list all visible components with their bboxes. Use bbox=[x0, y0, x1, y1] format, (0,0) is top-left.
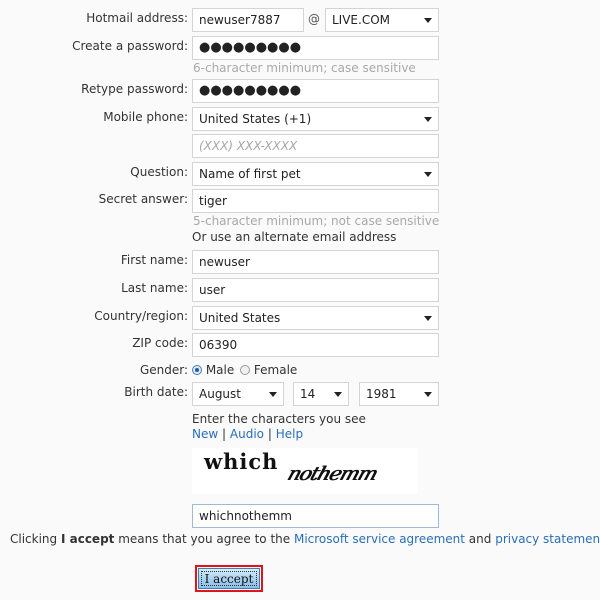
password-input[interactable]: ●●●●●●●●● bbox=[192, 36, 439, 60]
captcha-links: New | Audio | Help bbox=[192, 427, 303, 441]
separator: | bbox=[222, 427, 227, 441]
chevron-down-icon bbox=[424, 392, 432, 397]
gender-options: Male Female bbox=[192, 363, 297, 377]
captcha-prompt: Enter the characters you see bbox=[192, 412, 366, 426]
chevron-down-icon bbox=[424, 316, 432, 321]
last-name-label: Last name: bbox=[121, 281, 188, 295]
separator: | bbox=[267, 427, 272, 441]
question-select[interactable]: Name of first pet bbox=[192, 162, 439, 186]
country-label: Country/region: bbox=[94, 309, 188, 323]
gender-male-label[interactable]: Male bbox=[206, 363, 234, 377]
chevron-down-icon bbox=[424, 117, 432, 122]
domain-value: LIVE.COM bbox=[332, 13, 391, 27]
retype-password-label: Retype password: bbox=[81, 82, 188, 96]
secret-answer-label: Secret answer: bbox=[98, 192, 188, 206]
agreement-text: Clicking I accept means that you agree t… bbox=[10, 532, 600, 546]
gender-male-radio[interactable] bbox=[192, 365, 202, 375]
birth-year-select[interactable]: 1981 bbox=[359, 382, 439, 406]
birth-month-select[interactable]: August bbox=[192, 382, 284, 406]
country-value: United States bbox=[199, 311, 281, 325]
birth-date-label: Birth date: bbox=[124, 385, 188, 399]
phone-country-select[interactable]: United States (+1) bbox=[192, 107, 439, 131]
captcha-new-link[interactable]: New bbox=[192, 427, 218, 441]
birth-day-value: 14 bbox=[300, 387, 316, 401]
birth-month-value: August bbox=[199, 387, 241, 401]
chevron-down-icon bbox=[334, 392, 342, 397]
zip-input[interactable]: 06390 bbox=[192, 333, 439, 357]
password-label: Create a password: bbox=[72, 39, 188, 53]
birth-day-select[interactable]: 14 bbox=[293, 382, 349, 406]
chevron-down-icon bbox=[424, 172, 432, 177]
captcha-audio-link[interactable]: Audio bbox=[230, 427, 264, 441]
captcha-word-1: which bbox=[204, 449, 279, 474]
phone-number-placeholder: (XXX) XXX-XXXX bbox=[199, 139, 298, 153]
secret-answer-hint: 5-character minimum; not case sensitive bbox=[193, 214, 440, 228]
hotmail-label: Hotmail address: bbox=[86, 11, 188, 25]
agreement-prefix: Clicking bbox=[10, 532, 61, 546]
secret-answer-input[interactable]: tiger bbox=[192, 189, 439, 213]
service-agreement-link[interactable]: Microsoft service agreement bbox=[294, 532, 465, 546]
gender-female-radio[interactable] bbox=[240, 365, 251, 375]
country-select[interactable]: United States bbox=[192, 306, 439, 330]
captcha-word-2: nothemm bbox=[284, 463, 380, 485]
domain-select[interactable]: LIVE.COM bbox=[325, 8, 439, 32]
chevron-down-icon bbox=[424, 18, 432, 23]
agreement-and: and bbox=[464, 532, 496, 546]
phone-number-input[interactable]: (XXX) XXX-XXXX bbox=[192, 134, 439, 158]
agreement-bold: I accept bbox=[60, 532, 115, 546]
birth-year-value: 1981 bbox=[366, 387, 397, 401]
accept-button-highlight: I accept bbox=[195, 565, 263, 592]
accept-button[interactable]: I accept bbox=[198, 568, 260, 589]
gender-label: Gender: bbox=[139, 363, 188, 377]
phone-country-value: United States (+1) bbox=[199, 112, 312, 126]
first-name-label: First name: bbox=[120, 253, 188, 267]
hotmail-username-input[interactable]: newuser7887 bbox=[192, 8, 304, 32]
question-value: Name of first pet bbox=[199, 167, 301, 181]
last-name-input[interactable]: user bbox=[192, 278, 439, 302]
captcha-image: which nothemm bbox=[192, 448, 418, 494]
chevron-down-icon bbox=[269, 392, 277, 397]
first-name-input[interactable]: newuser bbox=[192, 250, 439, 274]
at-sign: @ bbox=[308, 12, 320, 26]
question-label: Question: bbox=[130, 165, 188, 179]
alternate-email-link[interactable]: Or use an alternate email address bbox=[192, 230, 396, 244]
gender-female-label[interactable]: Female bbox=[254, 363, 297, 377]
retype-password-input[interactable]: ●●●●●●●●● bbox=[192, 79, 439, 103]
password-hint: 6-character minimum; case sensitive bbox=[193, 61, 416, 75]
zip-label: ZIP code: bbox=[132, 336, 188, 350]
privacy-statement-link[interactable]: privacy statement bbox=[495, 532, 600, 546]
captcha-input[interactable]: whichnothemm bbox=[192, 504, 439, 528]
mobile-phone-label: Mobile phone: bbox=[103, 110, 188, 124]
captcha-help-link[interactable]: Help bbox=[276, 427, 303, 441]
agreement-middle: means that you agree to the bbox=[114, 532, 294, 546]
